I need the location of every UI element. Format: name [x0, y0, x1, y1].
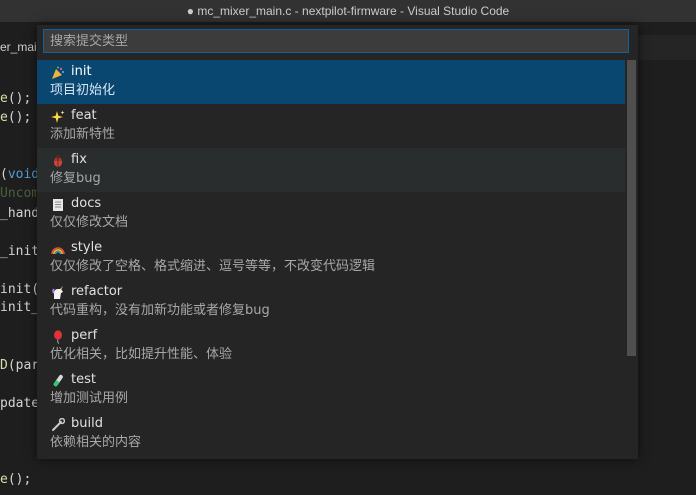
wrench-icon — [51, 418, 65, 432]
quick-pick-item-description: 添加新特性 — [50, 127, 116, 142]
quick-pick-item-label: perf — [71, 328, 98, 343]
quick-pick-item-style[interactable]: style 仅仅修改了空格、格式缩进、逗号等等，不改变代码逻辑 — [37, 236, 625, 280]
balloon-icon — [51, 330, 65, 344]
quick-pick-item-label: fix — [71, 152, 87, 167]
editor-tab[interactable]: er_mai — [0, 35, 41, 60]
code-line[interactable]: (void — [0, 167, 39, 182]
quick-pick-item-label: init — [71, 64, 92, 79]
quick-pick-item-label: build — [71, 416, 103, 431]
quick-pick-item-description: 优化相关，比如提升性能、体验 — [50, 347, 233, 362]
quick-pick-item-description: 仅仅修改文档 — [50, 215, 129, 230]
quick-pick-item-test[interactable]: test 增加测试用例 — [37, 368, 625, 412]
quick-pick-item-refactor[interactable]: refactor 代码重构，没有加新功能或者修复bug — [37, 280, 625, 324]
code-line[interactable]: _hand — [0, 206, 39, 221]
quick-pick-item-label: style — [71, 240, 103, 255]
rainbow-icon — [51, 242, 65, 256]
quick-pick-item-description: 修复bug — [50, 171, 101, 186]
code-fn: D — [0, 358, 8, 373]
code-fn: e — [0, 472, 8, 487]
unicorn-icon — [51, 286, 65, 300]
window-title: ● mc_mixer_main.c - nextpilot-firmware -… — [186, 4, 510, 18]
quick-pick-item-feat[interactable]: feat 添加新特性 — [37, 104, 625, 148]
code-fn: e — [0, 110, 8, 125]
quick-pick-item-description: 依赖相关的内容 — [50, 435, 142, 450]
code-line[interactable]: init_ — [0, 300, 39, 315]
quick-pick-item-description: 仅仅修改了空格、格式缩进、逗号等等，不改变代码逻辑 — [50, 259, 376, 274]
quick-pick-item-docs[interactable]: docs 仅仅修改文档 — [37, 192, 625, 236]
quick-pick-item-build[interactable]: build 依赖相关的内容 — [37, 412, 625, 456]
quick-pick-item-label: refactor — [71, 284, 123, 299]
code-rest: ( — [0, 167, 8, 182]
quick-pick-item-label: feat — [71, 108, 97, 123]
quick-pick-item-description: 增加测试用例 — [50, 391, 129, 406]
quick-pick-item-description: 代码重构，没有加新功能或者修复bug — [50, 303, 270, 318]
code-line[interactable]: init( — [0, 282, 39, 297]
sparkles-icon — [51, 110, 65, 124]
code-keyword: void — [7, 167, 40, 182]
quick-pick: init 项目初始化 feat 添加新特性 fix 修复bug docs 仅仅修… — [37, 25, 638, 459]
quick-pick-scrollbar[interactable] — [627, 60, 636, 356]
window-title-bar: ● mc_mixer_main.c - nextpilot-firmware -… — [0, 0, 696, 22]
quick-pick-item-label: test — [71, 372, 96, 387]
bug-icon — [51, 154, 65, 168]
test-tube-icon — [51, 374, 65, 388]
code-line[interactable]: e(); — [0, 472, 31, 487]
code-fn: e — [0, 91, 8, 106]
code-line[interactable]: e(); — [0, 110, 31, 125]
quick-pick-item-fix[interactable]: fix 修复bug — [37, 148, 625, 192]
code-rest: (); — [7, 110, 32, 125]
quick-pick-item-label: docs — [71, 196, 102, 211]
quick-pick-item-init[interactable]: init 项目初始化 — [37, 60, 625, 104]
quick-pick-item-perf[interactable]: perf 优化相关，比如提升性能、体验 — [37, 324, 625, 368]
quick-pick-item-description: 项目初始化 — [50, 83, 116, 98]
document-icon — [51, 198, 65, 212]
code-line[interactable]: e(); — [0, 91, 31, 106]
code-line[interactable]: pdate — [0, 396, 39, 411]
code-rest: (); — [7, 91, 32, 106]
party-popper-icon — [51, 66, 65, 80]
code-rest: (); — [7, 472, 32, 487]
quick-pick-input[interactable] — [43, 29, 629, 53]
quick-pick-list: init 项目初始化 feat 添加新特性 fix 修复bug docs 仅仅修… — [37, 60, 638, 456]
